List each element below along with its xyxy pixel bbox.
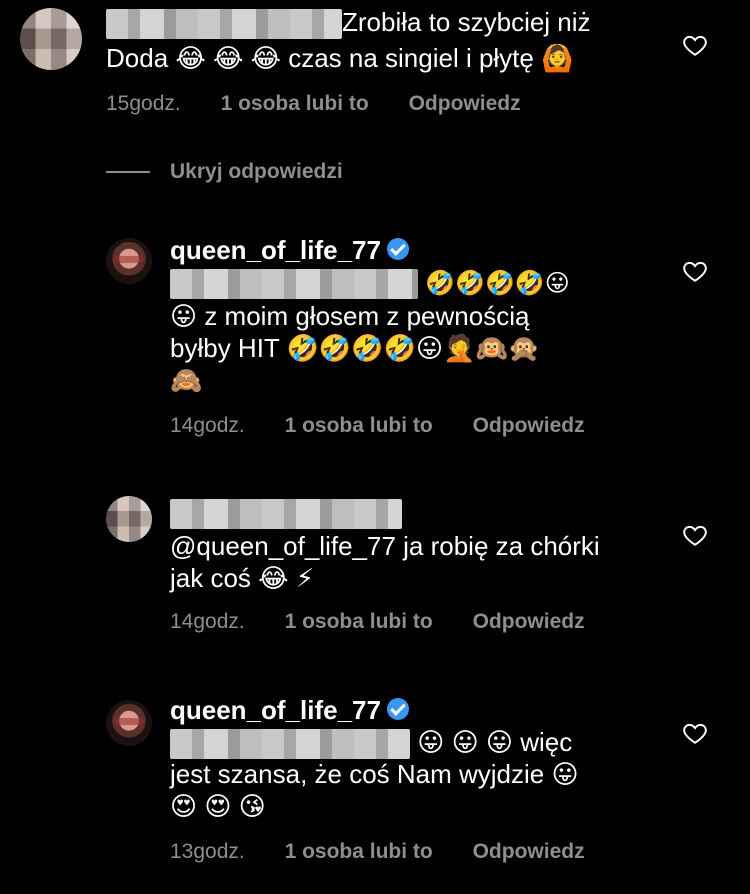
comment-text-line: Doda 😂 😂 😂 czas na singiel i płytę 🙆 bbox=[106, 43, 574, 73]
comment-text-line: 😛 😛 😛 więc bbox=[170, 726, 572, 760]
blurred-mention bbox=[170, 729, 410, 760]
comment-text-line: byłby HIT 🤣🤣🤣🤣😛🤦🙉🙊 bbox=[170, 333, 541, 363]
reply-button[interactable]: Odpowiedz bbox=[473, 610, 585, 633]
comment-text-line: 🤣🤣🤣🤣😛 bbox=[170, 266, 570, 300]
heart-outline-icon[interactable] bbox=[682, 720, 708, 746]
comment-text-line: 😛 z moim głosem z pewnością bbox=[170, 301, 530, 331]
comment-meta: 13godz. 1 osoba lubi to Odpowiedz bbox=[170, 840, 619, 864]
comment-time: 14godz. bbox=[170, 414, 245, 437]
comment-time: 14godz. bbox=[170, 610, 245, 633]
comment-time: 13godz. bbox=[170, 840, 245, 863]
blurred-username bbox=[106, 9, 342, 40]
avatar[interactable] bbox=[106, 496, 152, 542]
heart-outline-icon[interactable] bbox=[682, 32, 708, 58]
heart-outline-icon[interactable] bbox=[682, 522, 708, 548]
comment-meta: 14godz. 1 osoba lubi to Odpowiedz bbox=[170, 610, 619, 634]
comment-3: @queen_of_life_77 ja robię za chórki jak… bbox=[0, 490, 750, 650]
comment-text-line: jest szansa, że coś Nam wyjdzie 😛 bbox=[170, 759, 579, 789]
likes-count[interactable]: 1 osoba lubi to bbox=[285, 840, 433, 863]
avatar[interactable] bbox=[106, 700, 152, 746]
comment-meta: 15godz. 1 osoba lubi to Odpowiedz bbox=[106, 92, 555, 116]
verified-badge-icon bbox=[386, 698, 409, 721]
likes-count[interactable]: 1 osoba lubi to bbox=[285, 414, 433, 437]
comment-author: queen_of_life_77 bbox=[170, 234, 409, 266]
comment-text-line: jak coś 😂 ⚡ bbox=[170, 563, 315, 593]
reply-button[interactable]: Odpowiedz bbox=[473, 414, 585, 437]
comment-meta: 14godz. 1 osoba lubi to Odpowiedz bbox=[170, 414, 619, 438]
reply-button[interactable]: Odpowiedz bbox=[473, 840, 585, 863]
likes-count[interactable]: 1 osoba lubi to bbox=[285, 610, 433, 633]
comment-time: 15godz. bbox=[106, 92, 181, 115]
blurred-username bbox=[170, 499, 402, 530]
comment-author bbox=[170, 496, 402, 530]
comment-text-line: @queen_of_life_77 ja robię za chórki bbox=[170, 531, 600, 561]
comment-text-line: 😍 😍 😘 bbox=[170, 791, 266, 821]
comment-author: queen_of_life_77 bbox=[170, 694, 409, 726]
username[interactable]: queen_of_life_77 bbox=[170, 695, 381, 725]
blurred-mention bbox=[170, 269, 418, 300]
heart-outline-icon[interactable] bbox=[682, 258, 708, 284]
comment-text-line: 🙈 bbox=[170, 365, 203, 395]
divider-line bbox=[106, 171, 150, 174]
comment-1: Zrobiła to szybciej niż Doda 😂 😂 😂 czas … bbox=[0, 0, 750, 130]
comment-2: queen_of_life_77 🤣🤣🤣🤣😛 😛 z moim głosem z… bbox=[0, 220, 750, 450]
reply-button[interactable]: Odpowiedz bbox=[409, 92, 521, 115]
avatar[interactable] bbox=[106, 238, 152, 284]
username[interactable]: queen_of_life_77 bbox=[170, 235, 381, 265]
comment-text-line: Zrobiła to szybciej niż bbox=[106, 6, 591, 40]
verified-badge-icon bbox=[386, 238, 409, 261]
comment-4: queen_of_life_77 😛 😛 😛 więc jest szansa,… bbox=[0, 686, 750, 886]
hide-replies-button[interactable]: Ukryj odpowiedzi bbox=[106, 160, 343, 184]
avatar[interactable] bbox=[20, 8, 82, 70]
likes-count[interactable]: 1 osoba lubi to bbox=[221, 92, 369, 115]
